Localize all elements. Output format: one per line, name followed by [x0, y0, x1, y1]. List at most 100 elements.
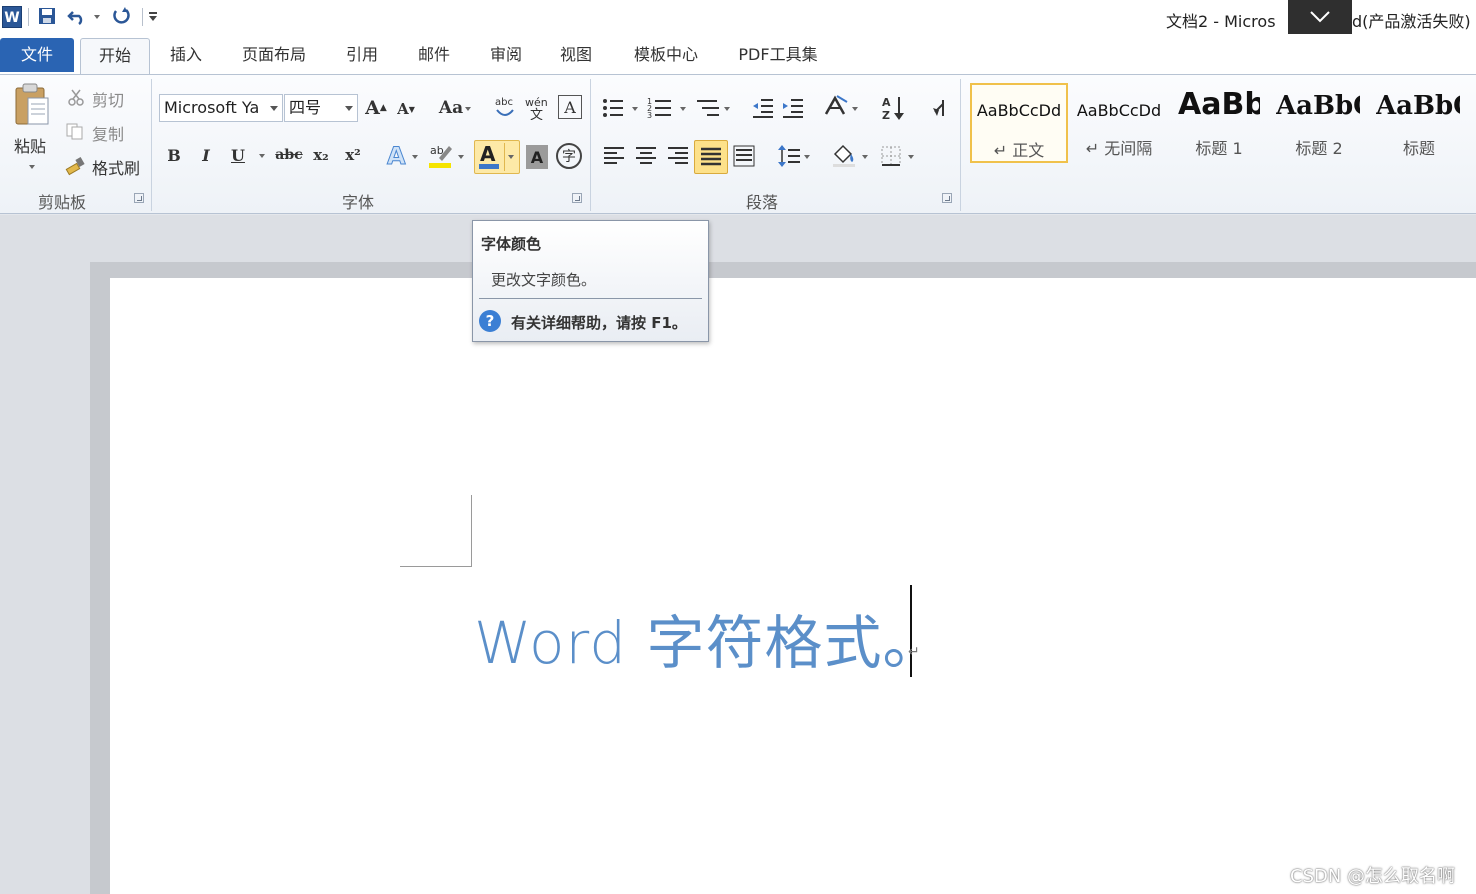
strikethrough-button[interactable]: abc [274, 143, 304, 167]
paste-dropdown-icon[interactable] [29, 165, 35, 169]
undo-dropdown-icon[interactable] [94, 15, 100, 19]
tab-references[interactable]: 引用 [336, 38, 388, 74]
chevron-down-icon [1310, 11, 1330, 23]
tooltip-help-text: 有关详细帮助，请按 F1。 [511, 314, 687, 332]
style-title[interactable]: AaBbC 标题 [1370, 83, 1468, 163]
highlight-dropdown-icon[interactable] [458, 155, 464, 159]
line-spacing-dropdown-icon[interactable] [804, 155, 810, 159]
character-convert-icon[interactable]: wén 文 [524, 93, 552, 121]
grow-font-button[interactable]: A ▲ [364, 95, 388, 121]
font-size-combo[interactable]: 四号 [284, 94, 358, 122]
font-color-tooltip: 字体颜色 更改文字颜色。 ? 有关详细帮助，请按 F1。 [472, 220, 709, 342]
bullets-icon[interactable] [600, 95, 626, 121]
highlight-icon[interactable]: ab [426, 141, 454, 171]
paste-icon[interactable] [10, 81, 54, 129]
tab-insert[interactable]: 插入 [160, 38, 212, 74]
shrink-font-button[interactable]: A ▼ [394, 97, 418, 121]
distribute-icon[interactable] [732, 143, 756, 169]
tab-review[interactable]: 审阅 [480, 38, 532, 74]
tab-page-layout[interactable]: 页面布局 [236, 38, 312, 74]
tab-template-center[interactable]: 模板中心 [626, 38, 706, 74]
bullets-dropdown-icon[interactable] [632, 107, 638, 111]
font-color-icon[interactable]: A [476, 141, 502, 171]
shading-dropdown-icon[interactable] [862, 155, 868, 159]
style-sample: AaBbCcDd [1076, 101, 1162, 120]
customize-qat-icon[interactable] [146, 6, 160, 28]
chevron-down-icon[interactable] [345, 106, 353, 111]
help-icon: ? [479, 310, 501, 332]
style-name: 标题 [1402, 139, 1435, 158]
superscript-button[interactable]: x² [342, 143, 364, 167]
style-normal[interactable]: AaBbCcDd ↵ 正文 [970, 83, 1068, 163]
style-name: ↵ 正文 [993, 141, 1045, 160]
chinese-layout-icon[interactable] [822, 93, 850, 121]
svg-text:Z: Z [882, 109, 890, 122]
multilevel-dropdown-icon[interactable] [724, 107, 730, 111]
align-left-icon[interactable] [602, 143, 626, 169]
style-heading-1[interactable]: AaBb 标题 1 [1170, 83, 1268, 163]
document-page[interactable] [110, 278, 1476, 894]
split-divider [504, 143, 505, 171]
enclose-characters-button[interactable]: 字 [556, 143, 582, 169]
line-spacing-icon[interactable] [776, 143, 802, 169]
redo-icon[interactable] [110, 6, 132, 28]
underline-dropdown-icon[interactable] [259, 154, 265, 158]
pinyin-guide-icon[interactable]: abc [492, 93, 518, 121]
show-formatting-icon[interactable] [928, 95, 950, 121]
document-text[interactable]: Word 字符格式。 [474, 596, 942, 680]
chinese-layout-dropdown-icon[interactable] [852, 107, 858, 111]
justify-icon [701, 147, 721, 166]
tab-mailings[interactable]: 邮件 [408, 38, 460, 74]
paragraph-launcher-icon[interactable] [942, 193, 952, 203]
character-border-icon[interactable]: A [558, 95, 582, 119]
numbering-icon[interactable]: 123 [646, 95, 674, 121]
increase-indent-icon[interactable] [780, 95, 806, 121]
format-painter-button[interactable]: 格式刷 [92, 155, 140, 179]
chevron-down-icon[interactable] [270, 106, 278, 111]
subscript-button[interactable]: x₂ [310, 143, 332, 167]
shading-icon[interactable] [830, 141, 858, 169]
borders-icon[interactable] [878, 143, 904, 169]
character-shading-button[interactable]: A [526, 145, 548, 169]
tab-pdf-tools[interactable]: PDF工具集 [732, 38, 824, 74]
decrease-indent-icon[interactable] [750, 95, 776, 121]
svg-text:文: 文 [530, 108, 543, 120]
justify-button[interactable] [694, 140, 728, 174]
underline-button[interactable]: U [228, 143, 248, 167]
font-group-label: 字体 [341, 193, 374, 212]
undo-icon[interactable] [66, 6, 88, 28]
window-title-suffix: d(产品激活失败) [1352, 12, 1471, 31]
font-color-dropdown-icon[interactable] [508, 155, 514, 159]
font-size-value: 四号 [289, 98, 322, 117]
tab-file[interactable]: 文件 [0, 38, 74, 72]
align-center-icon[interactable] [634, 143, 658, 169]
cut-button[interactable]: 剪切 [92, 87, 124, 111]
paragraph-group-label: 段落 [745, 193, 778, 212]
text-effects-icon[interactable]: A [384, 141, 410, 169]
style-heading-2[interactable]: AaBbC 标题 2 [1270, 83, 1368, 163]
numbering-dropdown-icon[interactable] [680, 107, 686, 111]
borders-dropdown-icon[interactable] [908, 155, 914, 159]
style-name: ↵ 无间隔 [1085, 139, 1153, 158]
group-separator [590, 79, 591, 211]
font-name-combo[interactable]: Microsoft Ya [159, 94, 283, 122]
clipboard-launcher-icon[interactable] [134, 193, 144, 203]
tab-view[interactable]: 视图 [550, 38, 602, 74]
style-no-spacing[interactable]: AaBbCcDd ↵ 无间隔 [1070, 83, 1168, 163]
group-separator [151, 79, 152, 211]
copy-button[interactable]: 复制 [92, 121, 124, 145]
align-right-icon[interactable] [666, 143, 690, 169]
italic-button[interactable]: I [196, 143, 216, 167]
multilevel-list-icon[interactable] [694, 95, 722, 121]
group-separator [960, 79, 961, 211]
sort-icon[interactable]: AZ [880, 93, 908, 123]
font-launcher-icon[interactable] [572, 193, 582, 203]
bold-button[interactable]: B [164, 143, 184, 167]
save-icon[interactable] [36, 6, 58, 28]
tab-home[interactable]: 开始 [80, 38, 150, 74]
word-app-icon[interactable]: W [2, 6, 22, 28]
text-effects-dropdown-icon[interactable] [412, 155, 418, 159]
paste-button[interactable]: 粘贴 [14, 133, 46, 157]
change-case-button[interactable]: Aa [436, 95, 466, 121]
change-case-dropdown-icon[interactable] [465, 107, 471, 111]
